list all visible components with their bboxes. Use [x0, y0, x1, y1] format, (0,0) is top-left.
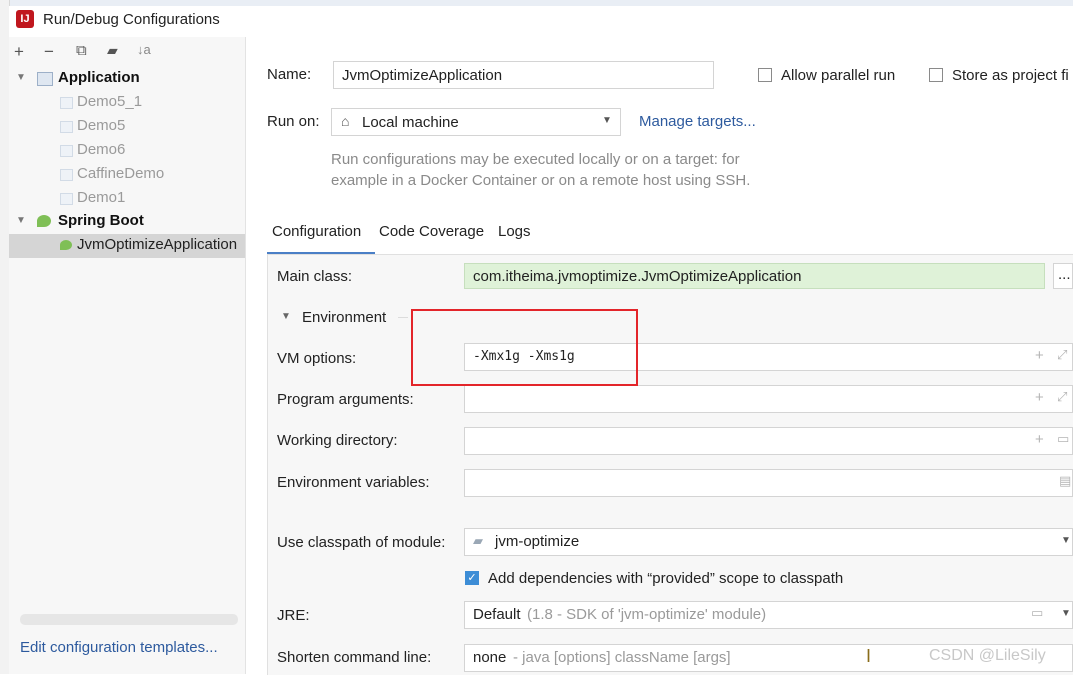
- chevron-down-icon[interactable]: ▼: [1061, 608, 1071, 619]
- tree-item-demo5-1[interactable]: Demo5_1: [9, 91, 245, 115]
- horizontal-scrollbar[interactable]: [20, 614, 238, 625]
- tree-item-label: Demo5_1: [77, 93, 143, 110]
- expand-icon[interactable]: ⤢: [1057, 389, 1067, 405]
- tree-item-demo6[interactable]: Demo6: [9, 139, 245, 163]
- config-file-icon: [60, 193, 73, 205]
- shorten-value: none: [473, 649, 507, 666]
- watermark: CSDN @LileSily: [929, 647, 1046, 664]
- config-file-icon: [60, 169, 73, 181]
- sort-icon[interactable]: ↓a: [137, 42, 151, 57]
- allow-parallel-label: Allow parallel run: [781, 67, 896, 84]
- main-class-label: Main class:: [277, 268, 353, 285]
- program-arguments-label: Program arguments:: [277, 391, 414, 408]
- remove-icon[interactable]: −: [44, 42, 54, 62]
- section-divider: [398, 317, 408, 318]
- browse-main-class-button[interactable]: ...: [1053, 263, 1073, 289]
- tree-item-demo1[interactable]: Demo1: [9, 187, 245, 211]
- environment-variables-input[interactable]: ▤: [464, 469, 1073, 497]
- home-icon: ⌂: [341, 113, 350, 129]
- move-to-folder-icon[interactable]: ▰: [107, 42, 118, 59]
- classpath-module-label: Use classpath of module:: [277, 534, 446, 551]
- add-dependencies-label: Add dependencies with “provided” scope t…: [488, 570, 844, 587]
- tree-item-label: Demo6: [77, 141, 126, 158]
- run-on-label: Run on:: [267, 113, 320, 130]
- name-value: JvmOptimizeApplication: [342, 67, 503, 84]
- chevron-down-icon: ▼: [602, 115, 612, 126]
- run-on-hint-line-2: example in a Docker Container or on a re…: [331, 172, 751, 189]
- chevron-down-icon[interactable]: ▼: [16, 210, 26, 232]
- chevron-down-icon[interactable]: ▼: [16, 67, 26, 89]
- add-icon[interactable]: +: [14, 42, 24, 62]
- run-on-value: Local machine: [362, 114, 459, 131]
- classpath-module-value: jvm-optimize: [495, 533, 580, 550]
- jre-value: Default: [473, 606, 521, 623]
- name-label: Name:: [267, 66, 312, 83]
- application-icon: [37, 72, 53, 86]
- shorten-detail: - java [options] className [args]: [513, 649, 731, 666]
- main-class-input[interactable]: com.itheima.jvmoptimize.JvmOptimizeAppli…: [464, 263, 1045, 289]
- tree-item-demo5[interactable]: Demo5: [9, 115, 245, 139]
- edit-variables-icon[interactable]: ▤: [1059, 473, 1071, 489]
- config-file-icon: [60, 121, 73, 133]
- tree-item-application[interactable]: ▼ Application: [9, 67, 245, 91]
- working-directory-label: Working directory:: [277, 432, 398, 449]
- tab-logs[interactable]: Logs: [498, 223, 531, 240]
- browse-label: ...: [1058, 266, 1071, 283]
- store-as-project-checkbox[interactable]: [929, 68, 943, 82]
- add-icon[interactable]: +: [1035, 347, 1044, 364]
- chevron-down-icon[interactable]: ▼: [281, 311, 291, 322]
- tree-item-label: Demo5: [77, 117, 126, 134]
- tree-item-label: Spring Boot: [58, 212, 144, 229]
- config-file-icon: [60, 97, 73, 109]
- jre-dropdown[interactable]: Default (1.8 - SDK of 'jvm-optimize' mod…: [464, 601, 1073, 629]
- tree-item-caffinedemo[interactable]: CaffineDemo: [9, 163, 245, 187]
- annotation-highlight-box: [411, 309, 638, 386]
- main-class-value: com.itheima.jvmoptimize.JvmOptimizeAppli…: [473, 268, 802, 285]
- working-directory-input[interactable]: + ▭: [464, 427, 1073, 455]
- tab-code-coverage[interactable]: Code Coverage: [379, 223, 484, 240]
- manage-targets-link[interactable]: Manage targets...: [639, 113, 756, 130]
- folder-icon[interactable]: ▭: [1057, 431, 1069, 447]
- add-icon[interactable]: +: [1035, 431, 1044, 448]
- spring-boot-icon: [60, 240, 72, 250]
- name-input[interactable]: JvmOptimizeApplication: [333, 61, 714, 89]
- vm-options-label: VM options:: [277, 350, 357, 367]
- copy-icon[interactable]: ⧉: [76, 42, 87, 59]
- run-on-dropdown[interactable]: ⌂ Local machine ▼: [331, 108, 621, 136]
- environment-section-label[interactable]: Environment: [302, 309, 386, 326]
- environment-variables-label: Environment variables:: [277, 474, 430, 491]
- add-icon[interactable]: +: [1035, 389, 1044, 406]
- expand-icon[interactable]: ⤢: [1057, 347, 1067, 363]
- shorten-command-line-label: Shorten command line:: [277, 649, 432, 666]
- tree-item-label: JvmOptimizeApplication: [77, 236, 238, 253]
- intellij-logo-icon: IJ: [16, 10, 34, 28]
- chevron-down-icon: ▼: [1061, 535, 1071, 546]
- jre-detail: (1.8 - SDK of 'jvm-optimize' module): [527, 606, 767, 623]
- tree-item-label: Application: [58, 69, 140, 86]
- tree-item-label: Demo1: [77, 189, 126, 206]
- config-file-icon: [60, 145, 73, 157]
- text-cursor-icon: I: [866, 646, 872, 666]
- allow-parallel-checkbox[interactable]: [758, 68, 772, 82]
- add-dependencies-checkbox[interactable]: ✓: [465, 571, 479, 585]
- classpath-module-dropdown[interactable]: ▰ jvm-optimize ▼: [464, 528, 1073, 556]
- run-on-hint-line-1: Run configurations may be executed local…: [331, 151, 740, 168]
- edit-templates-link[interactable]: Edit configuration templates...: [20, 639, 218, 656]
- tree-item-spring-boot[interactable]: ▼ Spring Boot: [9, 210, 245, 234]
- module-icon: ▰: [473, 533, 483, 548]
- tab-configuration[interactable]: Configuration: [272, 223, 361, 240]
- tree-item-jvmoptimizeapplication[interactable]: JvmOptimizeApplication: [9, 234, 245, 258]
- folder-icon[interactable]: ▭: [1031, 605, 1043, 621]
- jre-label: JRE:: [277, 607, 310, 624]
- spring-boot-icon: [37, 215, 51, 227]
- program-arguments-input[interactable]: + ⤢: [464, 385, 1073, 413]
- store-as-project-label: Store as project fi: [952, 67, 1069, 84]
- tree-item-label: CaffineDemo: [77, 165, 165, 182]
- dialog-title: Run/Debug Configurations: [43, 11, 220, 28]
